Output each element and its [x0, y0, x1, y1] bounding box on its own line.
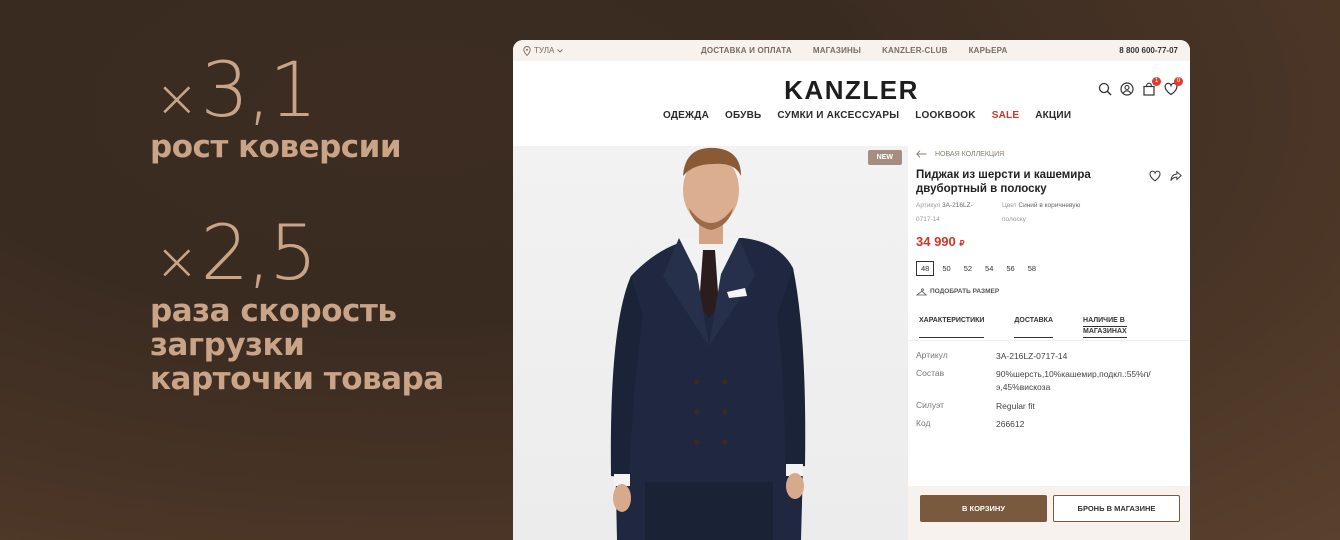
product-actions: [1149, 170, 1182, 182]
promo-stat1-number: ×3,1: [155, 45, 317, 134]
breadcrumb-label: НОВАЯ КОЛЛЕКЦИЯ: [935, 150, 1005, 158]
nav-bags[interactable]: СУМКИ И АКСЕССУАРЫ: [777, 110, 899, 121]
brand-logo[interactable]: KANZLER: [513, 75, 1190, 106]
product-photo[interactable]: NEW: [513, 146, 908, 540]
nav-sale[interactable]: SALE: [992, 110, 1019, 121]
share-icon[interactable]: [1170, 170, 1182, 182]
color-meta: Цвет Синий в коричневую полоску: [1002, 202, 1081, 223]
multiply-sign: ×: [155, 69, 199, 129]
topnav-club[interactable]: KANZLER-CLUB: [882, 46, 948, 55]
account-button[interactable]: [1120, 82, 1134, 96]
nav-shoes[interactable]: ОБУВЬ: [725, 110, 761, 121]
fit-size-link[interactable]: ПОДОБРАТЬ РАЗМЕР: [916, 288, 999, 296]
topnav-career[interactable]: КАРЬЕРА: [969, 46, 1008, 55]
location-pin-icon: [523, 45, 531, 56]
chevron-down-icon: [557, 48, 564, 53]
size-selector: 48 50 52 54 56 58: [916, 261, 1041, 276]
add-to-cart-button[interactable]: В КОРЗИНУ: [920, 495, 1047, 522]
breadcrumb[interactable]: НОВАЯ КОЛЛЕКЦИЯ: [916, 150, 1004, 158]
size-option[interactable]: 50: [937, 261, 955, 276]
search-icon: [1098, 82, 1112, 96]
nav-clothing[interactable]: ОДЕЖДА: [663, 110, 709, 121]
cart-button[interactable]: 1: [1142, 77, 1161, 96]
fav-count-badge: 0: [1174, 77, 1183, 86]
top-bar: ТУЛА ДОСТАВКА И ОПЛАТА МАГАЗИНЫ KANZLER-…: [513, 40, 1190, 61]
product-page-window: ТУЛА ДОСТАВКА И ОПЛАТА МАГАЗИНЫ KANZLER-…: [513, 40, 1190, 540]
city-selector[interactable]: ТУЛА: [523, 45, 564, 56]
phone-number[interactable]: 8 800 600-77-07: [1119, 46, 1178, 55]
arrow-left-icon: [916, 150, 927, 158]
product-price: 34 990 ₽: [916, 234, 965, 249]
size-option[interactable]: 54: [980, 261, 998, 276]
new-badge: NEW: [867, 150, 902, 165]
size-option[interactable]: 52: [959, 261, 977, 276]
product-info-panel: НОВАЯ КОЛЛЕКЦИЯ Пиджак из шерсти и кашем…: [908, 146, 1190, 540]
promo-stat1-caption: рост коверсии: [150, 129, 402, 165]
search-button[interactable]: [1098, 82, 1112, 96]
size-option[interactable]: 48: [916, 261, 935, 276]
topnav-stores[interactable]: МАГАЗИНЫ: [813, 46, 861, 55]
purchase-bar: В КОРЗИНУ БРОНЬ В МАГАЗИНЕ: [908, 486, 1190, 540]
multiply-sign: ×: [155, 232, 199, 292]
nav-lookbook[interactable]: LOOKBOOK: [915, 110, 976, 121]
header-icons: 1 0: [1098, 77, 1183, 96]
main-nav: ОДЕЖДА ОБУВЬ СУМКИ И АКСЕССУАРЫ LOOKBOOK…: [663, 110, 1071, 121]
nav-promotions[interactable]: АКЦИИ: [1035, 110, 1071, 121]
topnav-delivery[interactable]: ДОСТАВКА И ОПЛАТА: [701, 46, 792, 55]
top-nav: ДОСТАВКА И ОПЛАТА МАГАЗИНЫ KANZLER-CLUB …: [701, 46, 1007, 55]
model-in-suit-image: [610, 147, 806, 540]
product-title: Пиджак из шерсти и кашемира двубортный в…: [916, 169, 1091, 195]
city-label: ТУЛА: [534, 46, 555, 55]
promo-stat2-caption: раза скорость загрузки карточки товара: [150, 293, 444, 397]
divider: [908, 340, 1190, 341]
article-meta: Артикул 3A-216LZ- 0717-14: [916, 202, 973, 223]
user-icon: [1120, 82, 1134, 96]
reserve-in-store-button[interactable]: БРОНЬ В МАГАЗИНЕ: [1053, 495, 1180, 522]
info-tabs: ХАРАКТЕРИСТИКИ ДОСТАВКА НАЛИЧИЕ В МАГАЗИ…: [919, 316, 1127, 338]
favorites-button[interactable]: 0: [1164, 77, 1183, 96]
tab-availability[interactable]: НАЛИЧИЕ В МАГАЗИНАХ: [1083, 316, 1127, 338]
size-option[interactable]: 56: [1001, 261, 1019, 276]
tab-characteristics[interactable]: ХАРАКТЕРИСТИКИ: [919, 316, 985, 338]
cart-count-badge: 1: [1152, 77, 1161, 86]
promo-stat2-number: ×2,5: [155, 208, 317, 297]
hanger-icon: [916, 288, 927, 296]
heart-icon[interactable]: [1149, 170, 1161, 182]
size-option[interactable]: 58: [1023, 261, 1041, 276]
tab-delivery[interactable]: ДОСТАВКА: [1014, 316, 1054, 338]
